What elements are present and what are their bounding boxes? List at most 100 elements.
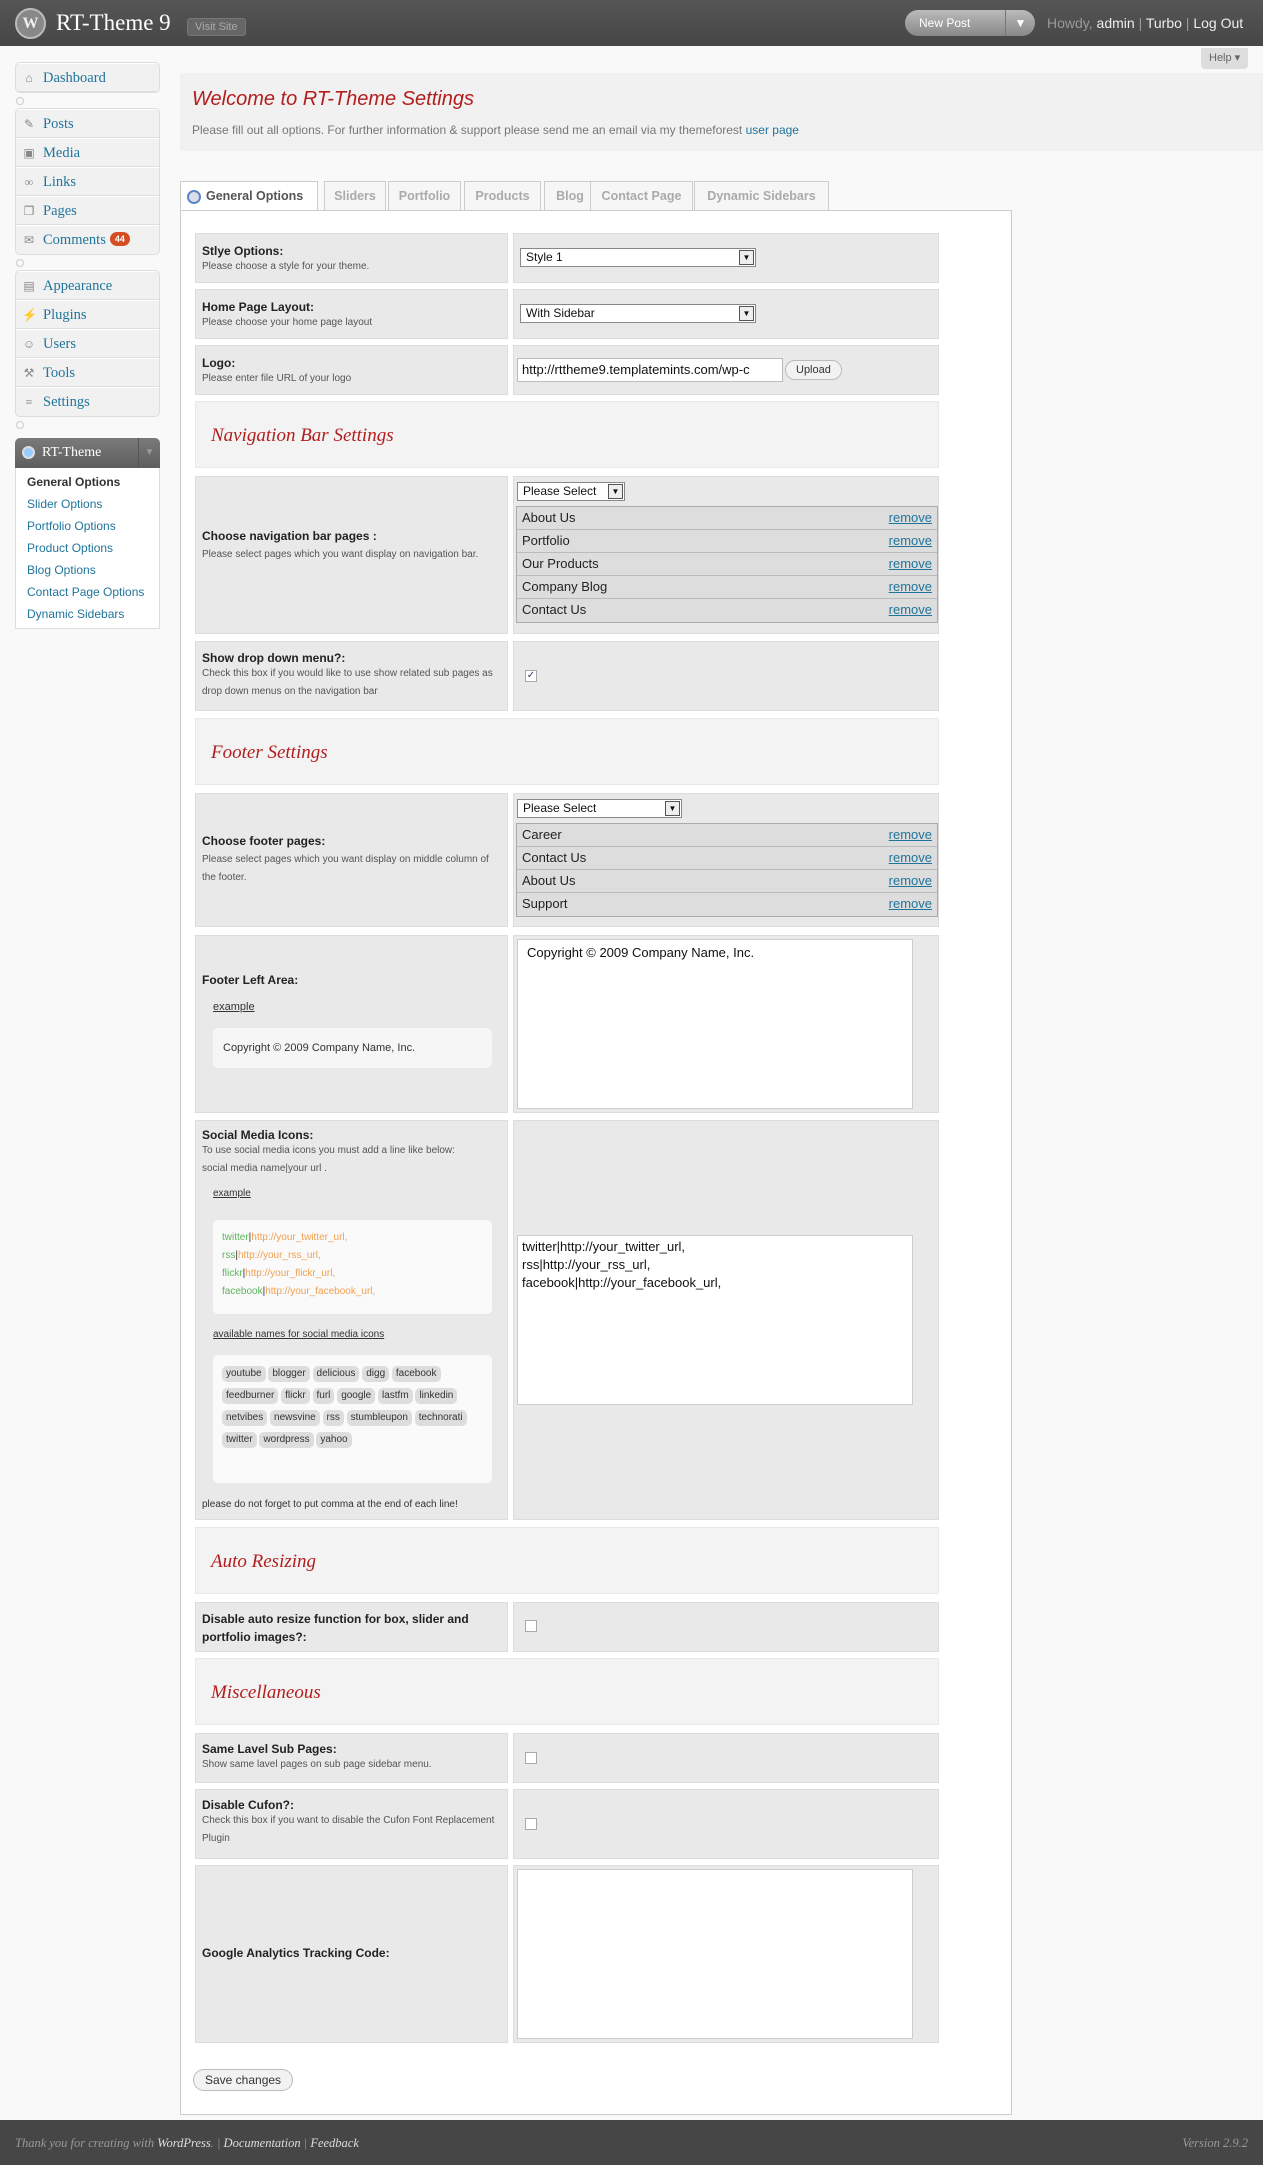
- example-url: http://your_flickr_url,: [245, 1268, 336, 1279]
- wordpress-link[interactable]: WordPress: [157, 2136, 210, 2150]
- nav-pages-select[interactable]: Please Select ▼: [517, 482, 625, 501]
- example-name: twitter: [222, 1232, 249, 1243]
- same-level-checkbox[interactable]: [525, 1752, 537, 1764]
- cufon-checkbox[interactable]: [525, 1818, 537, 1830]
- select-value: Style 1: [526, 250, 563, 264]
- layout-select[interactable]: With Sidebar ▼: [520, 304, 756, 323]
- chevron-down-icon[interactable]: ▼: [1005, 10, 1035, 36]
- tab-portfolio[interactable]: Portfolio: [388, 181, 461, 211]
- submenu-dynamic-sidebars[interactable]: Dynamic Sidebars: [16, 603, 159, 625]
- upload-button[interactable]: Upload: [785, 360, 842, 380]
- menu-comments[interactable]: ✉ Comments 44: [16, 225, 159, 254]
- user-link[interactable]: admin: [1097, 15, 1135, 31]
- remove-link[interactable]: remove: [889, 870, 932, 892]
- menu-links[interactable]: ∞ Links: [16, 167, 159, 196]
- new-post-button[interactable]: New Post ▼: [905, 10, 1035, 36]
- remove-link[interactable]: remove: [889, 576, 932, 598]
- submenu-general-options[interactable]: General Options: [16, 471, 159, 493]
- remove-link[interactable]: remove: [889, 824, 932, 846]
- option-desc: social media name|your url .: [202, 1163, 327, 1174]
- nav-pages-list: About Us remove Portfolio remove Our Produ…: [516, 506, 938, 623]
- submenu-blog-options[interactable]: Blog Options: [16, 559, 159, 581]
- menu-media[interactable]: ▣ Media: [16, 138, 159, 167]
- appearance-icon: ▤: [23, 279, 35, 293]
- analytics-textarea[interactable]: [517, 1869, 913, 2039]
- feedback-link[interactable]: Feedback: [310, 2136, 359, 2150]
- tab-blog[interactable]: Blog: [544, 181, 596, 211]
- cufon-row: Disable Cufon?: Check this box if you wan…: [195, 1789, 939, 1859]
- users-icon: ☺: [22, 337, 36, 351]
- user-page-link[interactable]: user page: [746, 123, 799, 137]
- style-select[interactable]: Style 1 ▼: [520, 248, 756, 267]
- social-name-tag: flickr: [281, 1388, 310, 1404]
- page-name: Contact Us: [522, 850, 587, 865]
- social-name-tag: digg: [362, 1366, 390, 1382]
- option-desc: To use social media icons you must add a…: [202, 1145, 455, 1156]
- menu-rt-theme[interactable]: RT-Theme ▼: [15, 438, 160, 468]
- option-label-cell: Disable Cufon?: Check this box if you wan…: [195, 1789, 508, 1859]
- list-item: Career remove: [517, 824, 937, 847]
- social-name-tag: linkedin: [415, 1388, 458, 1404]
- footer-thanks: Thank you for creating with: [15, 2136, 158, 2150]
- footer-pages-list: Career remove Contact Us remove About Us re…: [516, 823, 938, 917]
- auto-resize-row: Disable auto resize function for box, sl…: [195, 1602, 939, 1652]
- menu-plugins[interactable]: ⚡ Plugins: [16, 300, 159, 329]
- turbo-link[interactable]: Turbo: [1146, 15, 1182, 31]
- tab-products[interactable]: Products: [464, 181, 541, 211]
- menu-separator: [15, 255, 160, 270]
- menu-settings[interactable]: ≡ Settings: [16, 387, 159, 416]
- auto-resize-checkbox[interactable]: [525, 1620, 537, 1632]
- option-title: Logo:: [202, 356, 236, 370]
- option-field-cell: [513, 1602, 939, 1652]
- section-title: Navigation Bar Settings: [211, 425, 394, 446]
- dropdown-checkbox[interactable]: ✓: [525, 670, 537, 682]
- chevron-down-icon: ▼: [608, 484, 623, 499]
- logo-url-input[interactable]: http://rttheme9.templatemints.com/wp-c: [517, 358, 783, 382]
- tab-general-options[interactable]: General Options: [180, 181, 318, 212]
- page-name: Our Products: [522, 556, 599, 571]
- remove-link[interactable]: remove: [889, 893, 932, 915]
- list-item: Portfolio remove: [517, 530, 937, 553]
- howdy-text: Howdy,: [1047, 15, 1093, 31]
- remove-link[interactable]: remove: [889, 847, 932, 869]
- version-text: Version 2.9.2: [1182, 2136, 1248, 2150]
- submenu-product-options[interactable]: Product Options: [16, 537, 159, 559]
- example-link[interactable]: example: [213, 1188, 501, 1199]
- select-value: Please Select: [523, 484, 597, 498]
- option-field-cell: [513, 1865, 939, 2043]
- welcome-box: Welcome to RT-Theme Settings Please fill…: [180, 73, 1263, 151]
- help-button[interactable]: Help ▾: [1201, 48, 1249, 69]
- tab-contact-page[interactable]: Contact Page: [590, 181, 693, 211]
- option-label-cell: Google Analytics Tracking Code:: [195, 1865, 508, 2043]
- footer-pages-select[interactable]: Please Select ▼: [517, 799, 682, 818]
- section-title: Auto Resizing: [211, 1551, 317, 1572]
- example-link[interactable]: example: [213, 1001, 501, 1013]
- menu-appearance[interactable]: ▤ Appearance: [16, 271, 159, 300]
- tab-dynamic-sidebars[interactable]: Dynamic Sidebars: [694, 181, 829, 211]
- menu-posts[interactable]: ✎ Posts: [16, 109, 159, 138]
- admin-footer: Thank you for creating with WordPress. |…: [0, 2120, 1263, 2165]
- submenu-contact-page-options[interactable]: Contact Page Options: [16, 581, 159, 603]
- remove-link[interactable]: remove: [889, 553, 932, 575]
- logout-link[interactable]: Log Out: [1193, 15, 1243, 31]
- chevron-down-icon[interactable]: ▼: [138, 438, 160, 468]
- chevron-down-icon: ▼: [739, 250, 754, 265]
- menu-users[interactable]: ☺ Users: [16, 329, 159, 358]
- menu-tools[interactable]: ⚒ Tools: [16, 358, 159, 387]
- submenu-portfolio-options[interactable]: Portfolio Options: [16, 515, 159, 537]
- visit-site-button[interactable]: Visit Site: [187, 18, 246, 36]
- menu-dashboard[interactable]: ⌂ Dashboard: [16, 63, 159, 92]
- menu-pages[interactable]: ❐ Pages: [16, 196, 159, 225]
- documentation-link[interactable]: Documentation: [224, 2136, 301, 2150]
- save-changes-button[interactable]: Save changes: [193, 2069, 294, 2091]
- social-media-textarea[interactable]: twitter|http://your_twitter_url, rss|htt…: [517, 1235, 913, 1405]
- rt-theme-icon: [22, 446, 35, 459]
- remove-link[interactable]: remove: [889, 530, 932, 552]
- footer-left-textarea[interactable]: Copyright © 2009 Company Name, Inc.: [517, 939, 913, 1109]
- option-title: Same Lavel Sub Pages:: [202, 1742, 337, 1756]
- remove-link[interactable]: remove: [889, 507, 932, 529]
- tab-sliders[interactable]: Sliders: [324, 181, 386, 211]
- remove-link[interactable]: remove: [889, 599, 932, 621]
- submenu-slider-options[interactable]: Slider Options: [16, 493, 159, 515]
- available-names-link[interactable]: available names for social media icons: [213, 1329, 384, 1340]
